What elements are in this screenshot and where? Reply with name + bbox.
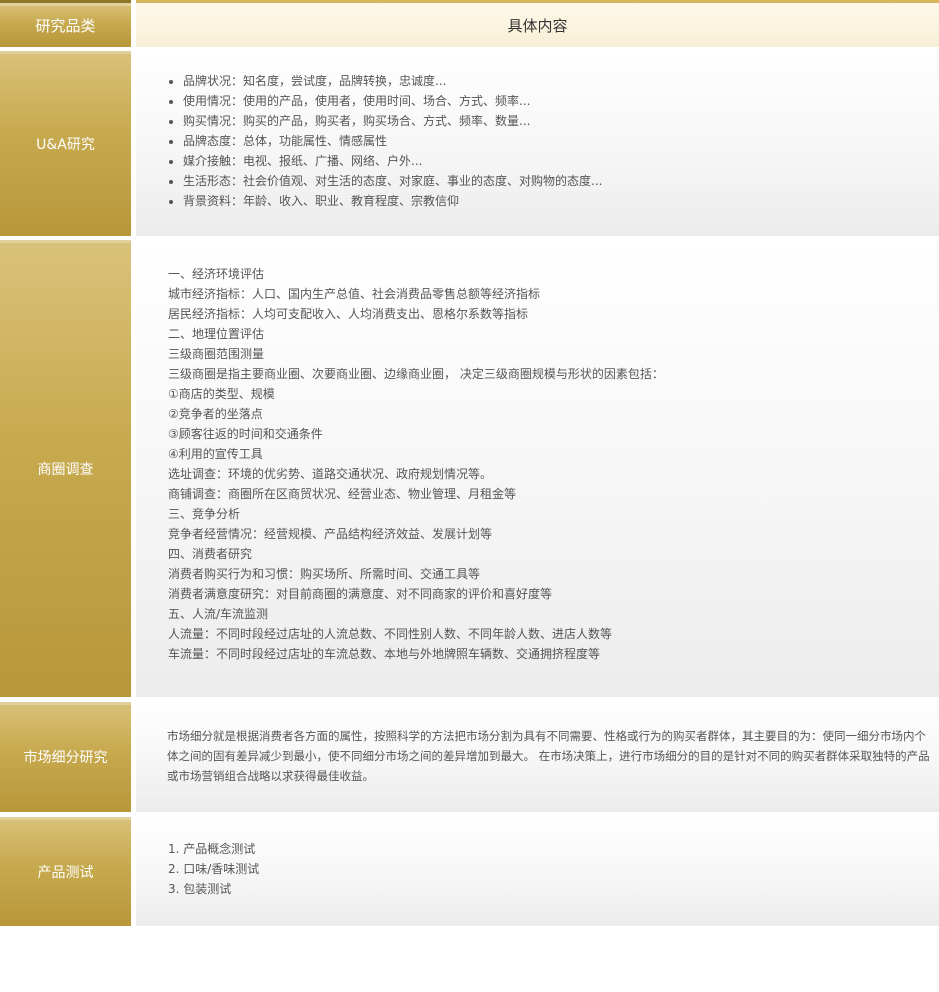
list-item: 使用情况：使用的产品，使用者，使用时间、场合、方式、频率... bbox=[183, 91, 602, 111]
text-line: 竞争者经营情况：经营规模、产品结构经济效益、发展计划等 bbox=[168, 527, 493, 541]
text-line: 四、消费者研究 bbox=[168, 547, 253, 561]
product-category-cell: 产品测试 bbox=[0, 817, 131, 926]
product-content-cell: 1. 产品概念测试 2. 口味/香味测试 3. 包装测试 bbox=[136, 817, 939, 926]
text-line: 选址调查：环境的优劣势、道路交通状况、政府规划情况等。 bbox=[168, 467, 493, 481]
header-content-cell: 具体内容 bbox=[136, 0, 939, 47]
text-line: ④利用的宣传工具 bbox=[168, 447, 263, 461]
product-lines: 1. 产品概念测试 2. 口味/香味测试 3. 包装测试 bbox=[136, 839, 259, 899]
text-line: 三、竞争分析 bbox=[168, 507, 241, 521]
header-row: 研究品类 具体内容 bbox=[0, 0, 939, 47]
text-line: 一、经济环境评估 bbox=[168, 267, 265, 281]
text-line: 二、地理位置评估 bbox=[168, 327, 265, 341]
list-item: 购买情况：购买的产品，购买者，购买场合、方式、频率、数量... bbox=[183, 111, 602, 131]
product-row: 产品测试 1. 产品概念测试 2. 口味/香味测试 3. 包装测试 bbox=[0, 817, 939, 926]
text-line: 2. 口味/香味测试 bbox=[168, 862, 260, 876]
list-item: 品牌状况：知名度，尝试度，品牌转换，忠诚度... bbox=[183, 71, 602, 91]
text-line: 三级商圈是指主要商业圈、次要商业圈、边缘商业圈， 决定三级商圈规模与形状的因素包… bbox=[168, 367, 664, 381]
segment-paragraph: 市场细分就是根据消费者各方面的属性，按照科学的方法把市场分割为具有不同需要、性格… bbox=[167, 729, 930, 783]
ua-category-cell: U&A研究 bbox=[0, 51, 131, 236]
text-line: 三级商圈范围测量 bbox=[168, 347, 265, 361]
text-line: 城市经济指标：人口、国内生产总值、社会消费品零售总额等经济指标 bbox=[168, 287, 541, 301]
list-item: 背景资料：年龄、收入、职业、教育程度、宗教信仰 bbox=[183, 191, 602, 211]
text-line: 五、人流/车流监测 bbox=[168, 607, 269, 621]
trade-lines: 一、经济环境评估 城市经济指标：人口、国内生产总值、社会消费品零售总额等经济指标… bbox=[136, 264, 664, 664]
text-line: 居民经济指标：人均可支配收入、人均消费支出、恩格尔系数等指标 bbox=[168, 307, 529, 321]
segment-content-cell: 市场细分就是根据消费者各方面的属性，按照科学的方法把市场分割为具有不同需要、性格… bbox=[136, 702, 939, 812]
segment-category-cell: 市场细分研究 bbox=[0, 702, 131, 812]
segment-row: 市场细分研究 市场细分就是根据消费者各方面的属性，按照科学的方法把市场分割为具有… bbox=[0, 702, 939, 812]
list-item: 生活形态：社会价值观、对生活的态度、对家庭、事业的态度、对购物的态度... bbox=[183, 171, 602, 191]
text-line: 商铺调查：商圈所在区商贸状况、经营业态、物业管理、月租金等 bbox=[168, 487, 517, 501]
text-line: 消费者满意度研究：对目前商圈的满意度、对不同商家的评价和喜好度等 bbox=[168, 587, 553, 601]
list-item: 媒介接触：电视、报纸、广播、网络、户外... bbox=[183, 151, 602, 171]
trade-category-cell: 商圈调查 bbox=[0, 240, 131, 697]
text-line: ①商店的类型、规模 bbox=[168, 387, 275, 401]
text-line: 人流量：不同时段经过店址的人流总数、不同性别人数、不同年龄人数、进店人数等 bbox=[168, 627, 613, 641]
text-line: 消费者购买行为和习惯：购买场所、所需时间、交通工具等 bbox=[168, 567, 481, 581]
text-line: 车流量：不同时段经过店址的车流总数、本地与外地牌照车辆数、交通拥挤程度等 bbox=[168, 647, 601, 661]
text-line: ②竞争者的坐落点 bbox=[168, 407, 263, 421]
text-line: ③顾客往返的时间和交通条件 bbox=[168, 427, 323, 441]
trade-content-cell: 一、经济环境评估 城市经济指标：人口、国内生产总值、社会消费品零售总额等经济指标… bbox=[136, 240, 939, 697]
header-category-cell: 研究品类 bbox=[0, 0, 131, 47]
trade-row: 商圈调查 一、经济环境评估 城市经济指标：人口、国内生产总值、社会消费品零售总额… bbox=[0, 240, 939, 697]
ua-list: 品牌状况：知名度，尝试度，品牌转换，忠诚度... 使用情况：使用的产品，使用者，… bbox=[136, 71, 602, 211]
ua-row: U&A研究 品牌状况：知名度，尝试度，品牌转换，忠诚度... 使用情况：使用的产… bbox=[0, 51, 939, 236]
text-line: 1. 产品概念测试 bbox=[168, 842, 256, 856]
ua-content-cell: 品牌状况：知名度，尝试度，品牌转换，忠诚度... 使用情况：使用的产品，使用者，… bbox=[136, 51, 939, 236]
list-item: 品牌态度：总体，功能属性、情感属性 bbox=[183, 131, 602, 151]
text-line: 3. 包装测试 bbox=[168, 882, 232, 896]
